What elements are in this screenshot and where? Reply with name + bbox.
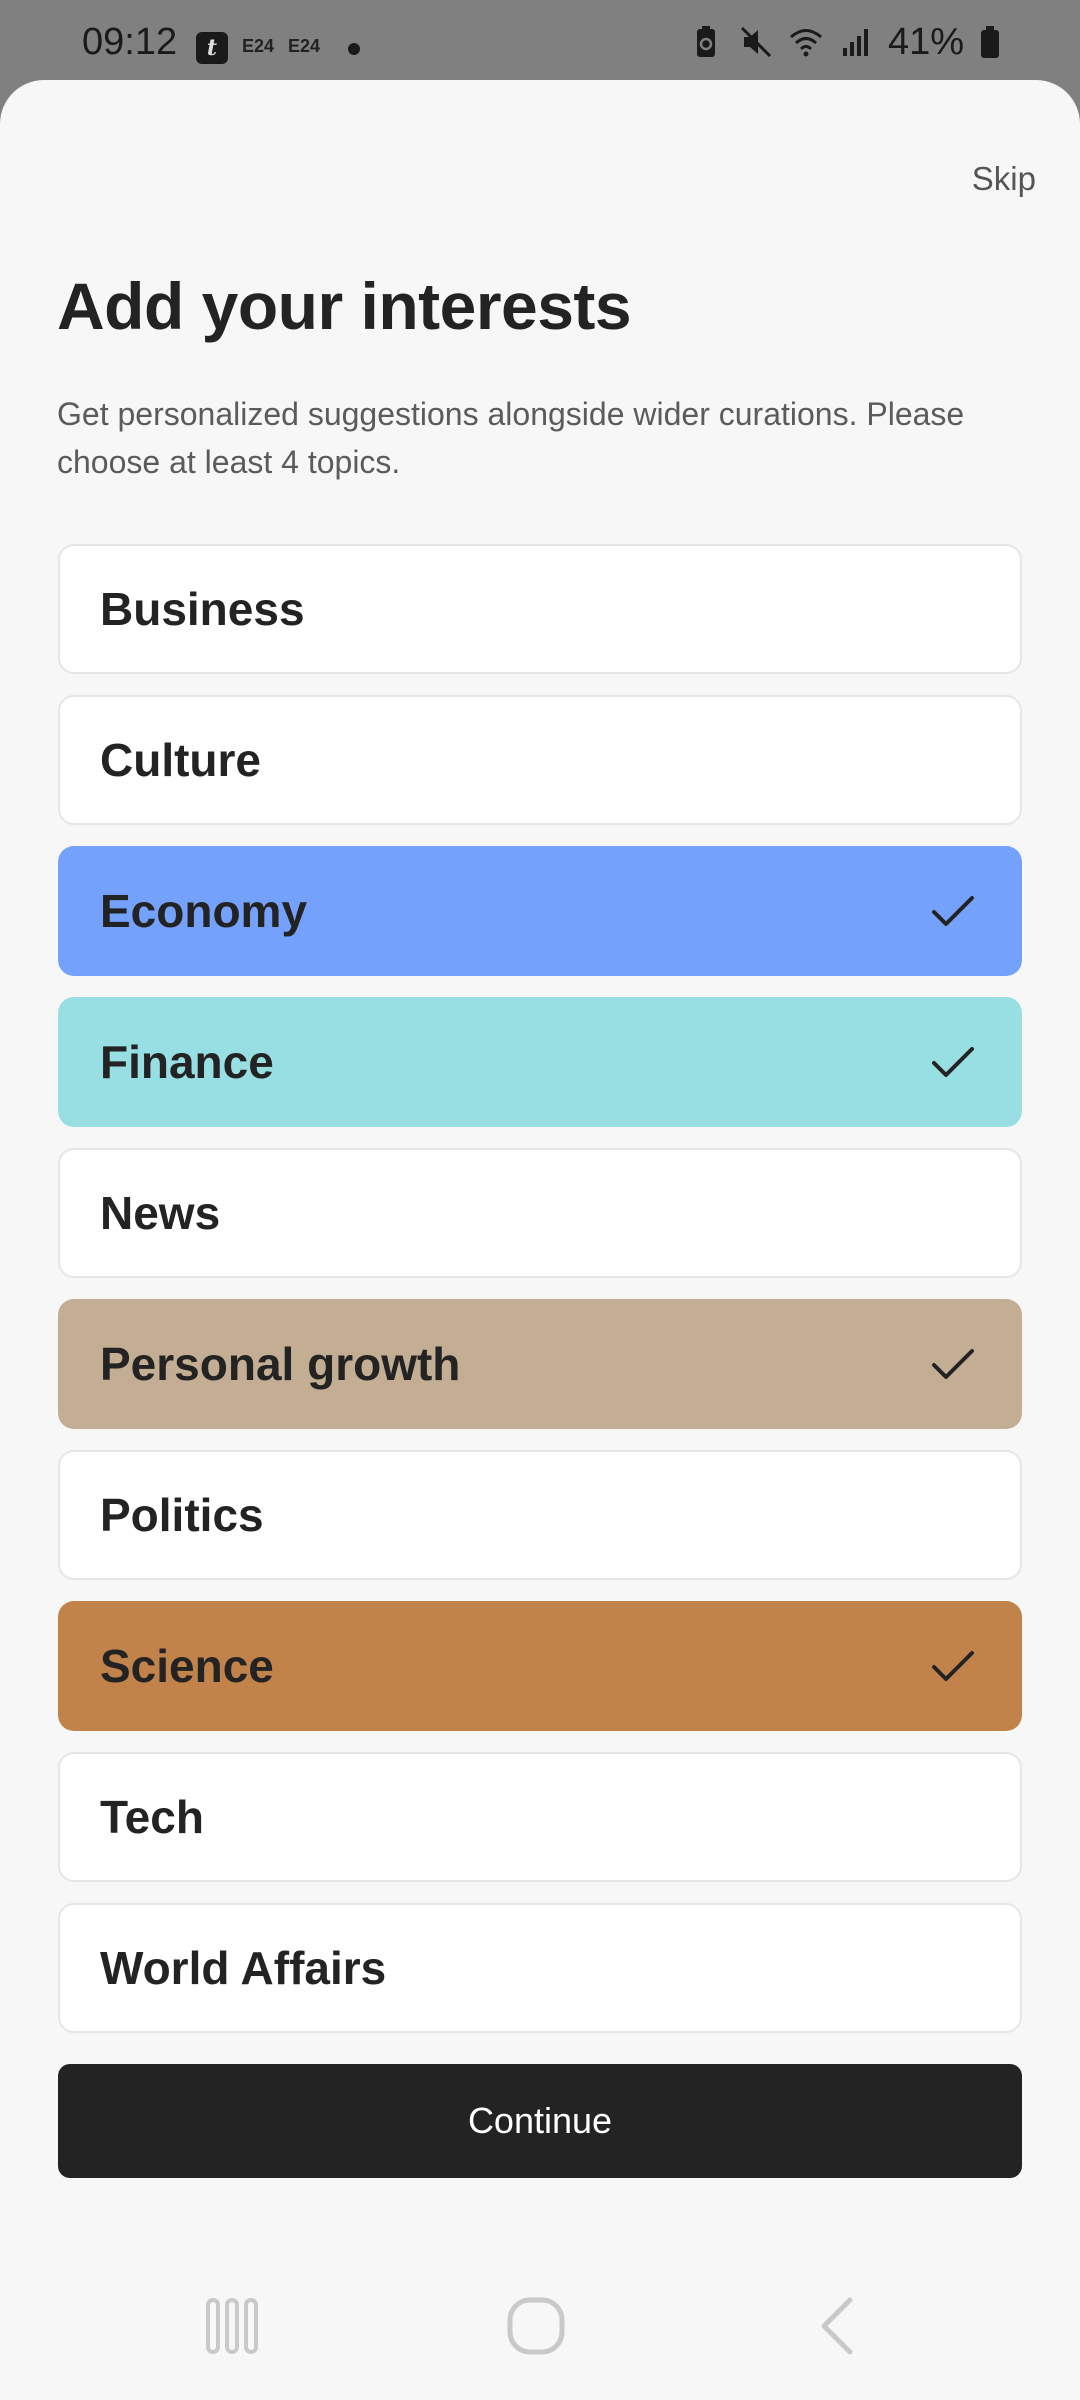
topic-option[interactable]: Economy	[58, 846, 1022, 976]
check-icon	[932, 896, 974, 926]
topic-label: Culture	[100, 734, 261, 786]
topic-option[interactable]: Science	[58, 1601, 1022, 1731]
back-icon[interactable]	[808, 2294, 872, 2358]
topic-label: World Affairs	[100, 1942, 387, 1994]
topic-label: News	[100, 1187, 221, 1239]
mute-icon	[740, 26, 771, 58]
check-icon	[932, 1047, 974, 1077]
topic-option[interactable]: Culture	[58, 695, 1022, 825]
topic-option[interactable]: Tech	[58, 1752, 1022, 1882]
topic-label: Personal growth	[100, 1338, 461, 1390]
topic-option[interactable]: Business	[58, 544, 1022, 674]
status-icons: 41%	[688, 22, 1002, 62]
topic-list: Business Culture Economy Finance News Persona…	[58, 544, 1022, 2054]
topic-label: Tech	[100, 1791, 204, 1843]
topic-option[interactable]: Politics	[58, 1450, 1022, 1580]
topic-label: Science	[100, 1640, 274, 1692]
topic-option[interactable]: News	[58, 1148, 1022, 1278]
battery-icon	[981, 26, 999, 58]
topic-label: Business	[100, 583, 305, 635]
topic-option[interactable]: Personal growth	[58, 1299, 1022, 1429]
topic-label: Economy	[100, 885, 308, 937]
navigation-bar	[0, 2250, 1080, 2400]
more-notifications-icon	[348, 43, 360, 55]
status-bar: 09:12 t E24 E24 41%	[0, 0, 1080, 80]
topic-option[interactable]: World Affairs	[58, 1903, 1022, 2033]
e24-notification-icon: E24	[287, 35, 321, 56]
topic-label: Politics	[100, 1489, 264, 1541]
topic-option[interactable]: Finance	[58, 997, 1022, 1127]
check-icon	[932, 1651, 974, 1681]
app-notification-icon: t	[196, 32, 228, 64]
recents-icon[interactable]	[200, 2294, 264, 2358]
status-time: 09:12	[82, 21, 178, 63]
battery-percentage: 41%	[887, 21, 964, 63]
continue-button[interactable]: Continue	[58, 2064, 1022, 2178]
check-icon	[932, 1349, 974, 1379]
e24-notification-icon: E24	[241, 35, 275, 56]
topic-label: Finance	[100, 1036, 274, 1088]
interests-sheet: Skip Add your interests Get personalized…	[0, 80, 1080, 2400]
home-icon[interactable]	[504, 2294, 568, 2358]
signal-icon	[842, 29, 868, 56]
skip-button[interactable]: Skip	[972, 160, 1036, 198]
page-title: Add your interests	[57, 269, 632, 343]
wifi-icon	[789, 29, 822, 57]
page-subtitle: Get personalized suggestions alongside w…	[57, 396, 965, 480]
battery-saver-icon	[696, 26, 715, 57]
